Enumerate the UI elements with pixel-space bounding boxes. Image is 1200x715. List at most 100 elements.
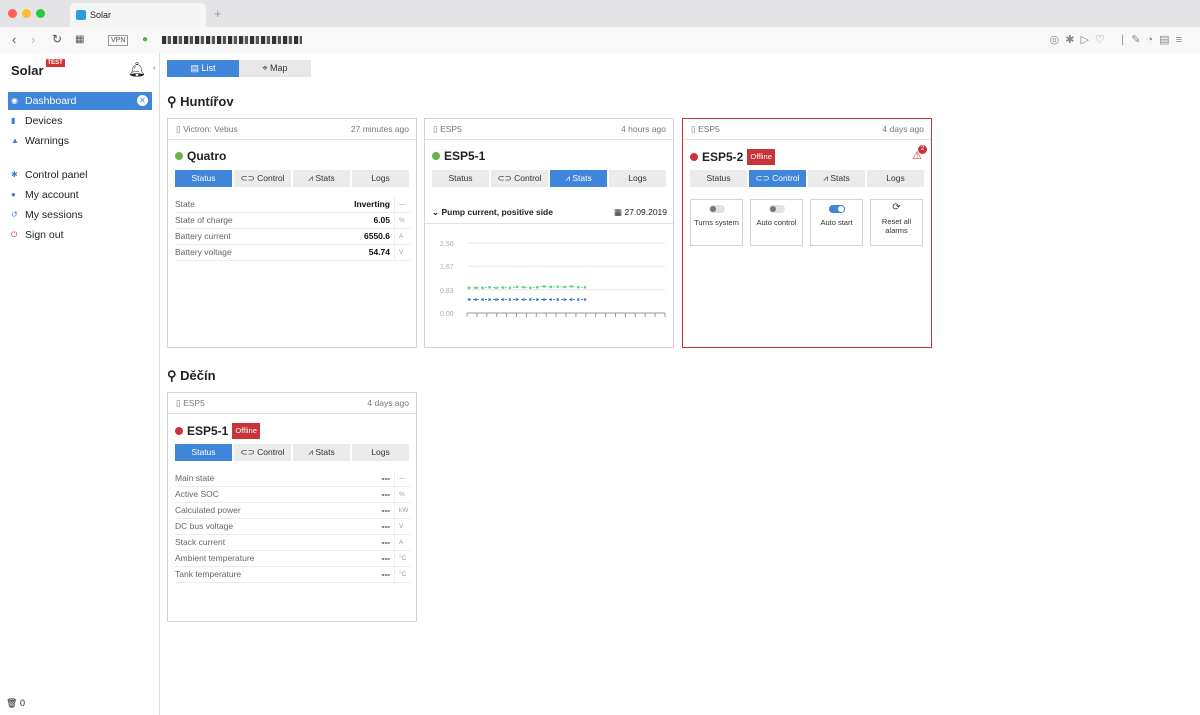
tab-control[interactable]: ⊂⊃ Control xyxy=(491,170,548,187)
tab-stats[interactable]: ⩘ Stats xyxy=(293,444,350,461)
vpn-badge[interactable]: VPN xyxy=(108,35,129,46)
device-title[interactable]: ESP5-1 Offline xyxy=(175,423,260,439)
offline-badge: Offline xyxy=(232,423,260,439)
device-title[interactable]: ESP5-1 xyxy=(432,149,485,163)
row-unit: A xyxy=(394,535,410,550)
collapse-sidebar-icon[interactable]: ‹ xyxy=(153,63,156,72)
map-marker-icon: ⚲ xyxy=(167,368,177,383)
close-window-button[interactable] xyxy=(8,9,17,18)
card-source-label: Victron: Vebus xyxy=(183,124,238,134)
sidebar-item-label: Warnings xyxy=(25,135,69,147)
grid-icon[interactable]: ▦ xyxy=(75,33,84,46)
tab-label: Control xyxy=(514,173,542,183)
table-row: State of charge 6.05% xyxy=(175,213,410,229)
sidebar-item-control-panel[interactable]: ✱ Control panel xyxy=(8,166,152,184)
auto-control-toggle[interactable]: Auto control xyxy=(750,199,803,246)
row-label: Active SOC xyxy=(175,489,219,499)
notifications-bell-icon[interactable]: 🔔︎ xyxy=(128,61,146,78)
forward-icon[interactable]: › xyxy=(31,33,35,46)
device-tabs: Status ⊂⊃ Control ⩘ Stats Logs xyxy=(175,170,410,187)
data-point xyxy=(529,286,532,289)
close-icon[interactable]: ✕ xyxy=(137,95,148,106)
tab-map[interactable]: ⌖ Map xyxy=(239,60,311,77)
browser-tab-title: Solar xyxy=(90,10,112,20)
tab-logs[interactable]: Logs xyxy=(867,170,924,187)
data-point xyxy=(583,298,587,301)
control-label: Turns system xyxy=(694,218,739,227)
row-value: 54.74 xyxy=(368,247,390,257)
row-label: State xyxy=(175,199,195,209)
stat-selector[interactable]: ⌄ Pump current, positive side ▦ 27.09.20… xyxy=(432,203,667,221)
last-seen: 4 days ago xyxy=(367,398,409,408)
toggle-switch[interactable] xyxy=(768,205,785,213)
tab-stats[interactable]: ⩘ Stats xyxy=(293,170,350,187)
table-row: Active SOC ---% xyxy=(175,487,410,503)
warning-icon[interactable]: ⚠ 2 xyxy=(912,145,927,162)
tab-status[interactable]: Status xyxy=(175,444,232,461)
tab-logs[interactable]: Logs xyxy=(609,170,666,187)
device-title[interactable]: Quatro xyxy=(175,149,226,163)
sidebar: Solar TEST 🔔︎ ‹ ◉ Dashboard ✕ ▮ Devices ▲… xyxy=(0,53,160,715)
device-title[interactable]: ESP5-2 Offline xyxy=(690,149,775,165)
tab-status[interactable]: Status xyxy=(175,170,232,187)
tab-control[interactable]: ⊂⊃ Control xyxy=(234,444,291,461)
user-icon: ● xyxy=(11,190,16,199)
maximize-window-button[interactable] xyxy=(36,9,45,18)
reload-icon[interactable]: ↻ xyxy=(52,33,62,46)
browser-tabbar: Solar + xyxy=(0,0,1200,27)
new-tab-button[interactable]: + xyxy=(214,6,222,21)
browser-toolbar-icons[interactable]: ◎✱▷♡ ∣✎◔▤≡ xyxy=(1050,33,1188,46)
tab-stats[interactable]: ⩘ Stats xyxy=(550,170,607,187)
tab-logs[interactable]: Logs xyxy=(352,170,409,187)
tab-status[interactable]: Status xyxy=(432,170,489,187)
toggle-switch[interactable] xyxy=(708,205,725,213)
tab-control[interactable]: ⊂⊃ Control xyxy=(749,170,806,187)
row-unit: % xyxy=(394,213,410,228)
row-value: --- xyxy=(381,521,391,531)
minimize-window-button[interactable] xyxy=(22,9,31,18)
toggle-switch[interactable] xyxy=(828,205,845,213)
tab-control[interactable]: ⊂⊃ Control xyxy=(234,170,291,187)
sidebar-item-devices[interactable]: ▮ Devices xyxy=(8,112,152,130)
date-picker[interactable]: ▦ 27.09.2019 xyxy=(614,203,667,221)
turns-system-toggle[interactable]: Turns system xyxy=(690,199,743,246)
url-field[interactable] xyxy=(162,36,302,44)
tab-label: Control xyxy=(257,447,285,457)
row-value: 6.05 xyxy=(373,215,390,225)
sidebar-item-dashboard[interactable]: ◉ Dashboard ✕ xyxy=(8,92,152,110)
sidebar-item-my-sessions[interactable]: ↺ My sessions xyxy=(8,206,152,224)
trash-counter[interactable]: 🗑︎ 0 xyxy=(6,698,25,709)
data-point xyxy=(536,298,539,301)
tab-stats[interactable]: ⩘ Stats xyxy=(808,170,865,187)
tab-list[interactable]: ▤ List xyxy=(167,60,239,77)
row-value: --- xyxy=(381,553,391,563)
data-point xyxy=(542,285,546,288)
data-point xyxy=(481,286,484,289)
row-value: --- xyxy=(381,569,391,579)
browser-tab[interactable]: Solar xyxy=(70,3,206,27)
control-label: Reset all alarms xyxy=(881,217,912,235)
table-row: Tank temperature --- °C xyxy=(175,567,410,583)
sidebar-item-sign-out[interactable]: ⏻ Sign out xyxy=(8,226,152,244)
device-icon: ▮ xyxy=(11,116,16,125)
row-unit: A xyxy=(394,229,410,244)
sidebar-item-my-account[interactable]: ● My account xyxy=(8,186,152,204)
device-tabs: Status ⊂⊃ Control ⩘ Stats Logs xyxy=(690,170,925,187)
data-point xyxy=(563,298,566,301)
refresh-icon: ⟳ xyxy=(892,202,901,213)
reset-alarms-button[interactable]: ⟳ Reset all alarms xyxy=(870,199,923,246)
row-label: State of charge xyxy=(175,215,233,225)
tab-status[interactable]: Status xyxy=(690,170,747,187)
brand-title[interactable]: Solar TEST xyxy=(11,59,65,78)
data-point xyxy=(583,286,587,289)
back-icon[interactable]: ‹ xyxy=(12,33,16,46)
auto-start-toggle[interactable]: Auto start xyxy=(810,199,863,246)
status-table: State Inverting --- State of charge 6.05% B… xyxy=(175,197,410,261)
data-point xyxy=(576,298,580,301)
row-value: 6550.6 xyxy=(364,231,390,241)
stats-chart: 2.50 1.67 0.83 0.00 xyxy=(440,241,666,318)
tab-logs[interactable]: Logs xyxy=(352,444,409,461)
sidebar-item-warnings[interactable]: ▲ Warnings xyxy=(8,132,152,150)
y-tick-label: 0.00 xyxy=(440,311,454,318)
card-source: ▯ ESP5 xyxy=(691,119,720,140)
